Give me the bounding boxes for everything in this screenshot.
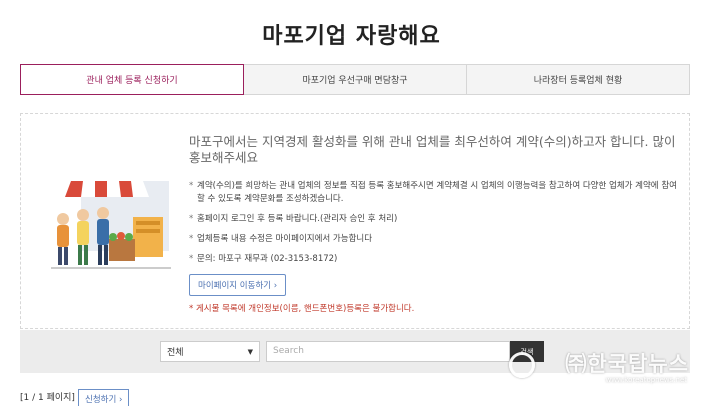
page-indicator: [1 / 1 페이지] bbox=[20, 393, 75, 403]
awning bbox=[65, 181, 149, 197]
info-bullet: 문의: 마포구 재무과 (02-3153-8172) bbox=[189, 253, 679, 266]
tab-bar: 관내 업체 등록 신청하기 마포기업 우선구매 면담창구 나라장터 등록업체 현… bbox=[20, 64, 690, 95]
privacy-warning: * 게시물 목록에 개인정보(이름, 핸드폰번호)등록은 불가합니다. bbox=[189, 304, 415, 314]
info-bullet: 홈페이지 로그인 후 등록 바랍니다.(관리자 승인 후 처리) bbox=[189, 213, 679, 226]
apply-button[interactable]: 신청하기 › bbox=[78, 389, 130, 406]
watermark-text: ㈜한국탑뉴스 bbox=[565, 352, 689, 376]
category-select-value: 전체 bbox=[167, 348, 184, 358]
mypage-button[interactable]: 마이페이지 이동하기 › bbox=[189, 274, 287, 296]
search-input[interactable]: Search bbox=[266, 341, 510, 362]
info-headline: 마포구에서는 지역경제 활성화를 위해 관내 업체를 최우선하여 계약(수의)하… bbox=[189, 134, 676, 165]
market-illustration bbox=[51, 181, 171, 269]
info-bullet: 계약(수의)를 희망하는 관내 업체의 정보를 직접 등록 홍보해주시면 계약체… bbox=[189, 180, 679, 206]
chevron-down-icon: ▼ bbox=[247, 347, 253, 356]
category-select[interactable]: 전체 ▼ bbox=[160, 341, 260, 362]
tab-registered-companies[interactable]: 나라장터 등록업체 현황 bbox=[467, 64, 690, 95]
watermark: ㈜한국탑뉴스 www.koreatopnews.net bbox=[509, 348, 689, 388]
info-bullet-list: 계약(수의)를 희망하는 관내 업체의 정보를 직접 등록 홍보해주시면 계약체… bbox=[189, 180, 679, 266]
info-box: 마포구에서는 지역경제 활성화를 위해 관내 업체를 최우선하여 계약(수의)하… bbox=[20, 113, 690, 329]
page-title: 마포기업 자랑해요 bbox=[262, 24, 441, 49]
info-content: 마포구에서는 지역경제 활성화를 위해 관내 업체를 최우선하여 계약(수의)하… bbox=[189, 134, 679, 314]
watermark-url: www.koreatopnews.net bbox=[605, 376, 687, 384]
tab-register[interactable]: 관내 업체 등록 신청하기 bbox=[20, 64, 244, 95]
info-bullet: 업체등록 내용 수정은 마이페이지에서 가능합니다 bbox=[189, 233, 679, 246]
watermark-logo-icon bbox=[509, 352, 535, 378]
tab-priority-purchase[interactable]: 마포기업 우선구매 면담창구 bbox=[244, 64, 467, 95]
